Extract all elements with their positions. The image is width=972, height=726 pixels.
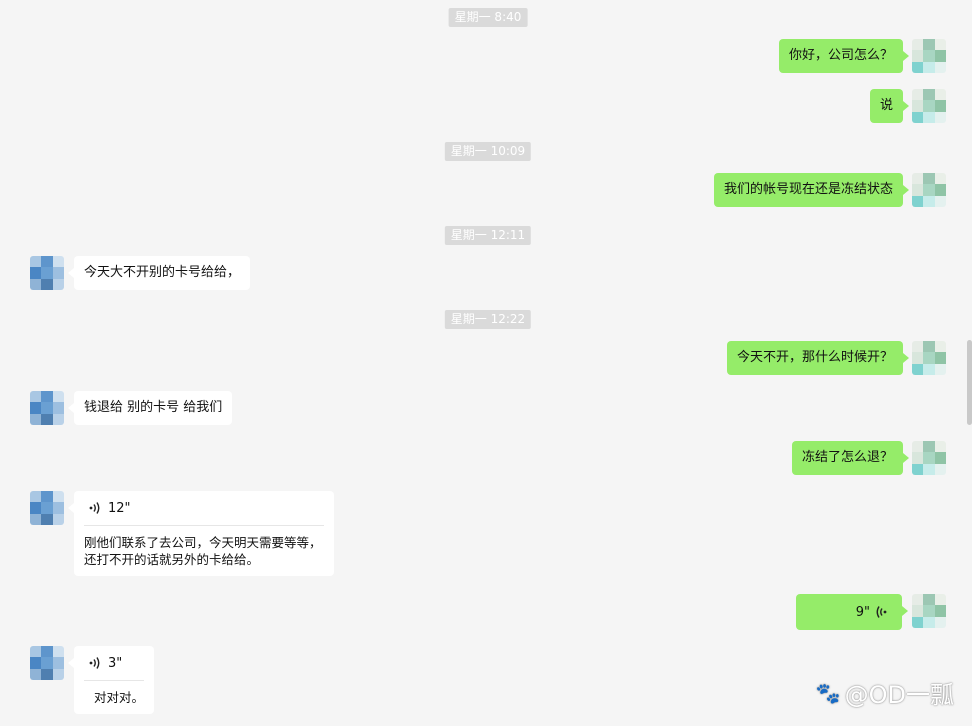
voice-transcript: 对对对。	[94, 690, 145, 705]
chat-panel[interactable]: 星期一 8:40 你好，公司怎么？ 说 星期一 10:09 我们的帐号现在还是冻…	[0, 0, 972, 726]
timestamp: 星期一 8:40	[448, 8, 528, 27]
contact-avatar[interactable]	[30, 391, 64, 425]
voice-wave-icon	[876, 605, 888, 619]
my-avatar[interactable]	[912, 594, 946, 628]
voice-duration: 3"	[108, 655, 123, 671]
paw-icon: 🐾	[815, 680, 841, 705]
message-bubble-sent[interactable]: 冻结了怎么退？	[791, 441, 910, 475]
message-bubble-sent[interactable]: 我们的帐号现在还是冻结状态	[713, 173, 910, 207]
my-avatar[interactable]	[912, 341, 946, 375]
voice-transcript: 刚他们联系了去公司，今天明天需要等等，还打不开的话就另外的卡给给。	[84, 535, 322, 567]
timestamp: 星期一 12:11	[444, 226, 532, 245]
message-bubble-sent[interactable]: 今天不开，那什么时候开？	[726, 341, 910, 375]
message-bubble-received[interactable]: 钱退给 别的卡号 给我们	[67, 391, 233, 425]
watermark: 🐾 @OD一瓢	[816, 675, 954, 710]
my-avatar[interactable]	[912, 441, 946, 475]
my-avatar[interactable]	[912, 89, 946, 123]
my-avatar[interactable]	[912, 39, 946, 73]
contact-avatar[interactable]	[30, 256, 64, 290]
voice-wave-icon	[88, 656, 100, 670]
timestamp: 星期一 10:09	[444, 142, 532, 161]
message-bubble-sent[interactable]: 说	[869, 89, 910, 123]
message-bubble-sent[interactable]: 你好，公司怎么？	[778, 39, 910, 73]
voice-message-received[interactable]: 3" 对对对。	[68, 646, 154, 714]
voice-duration: 9"	[855, 604, 870, 620]
voice-message-received[interactable]: 12" 刚他们联系了去公司，今天明天需要等等，还打不开的话就另外的卡给给。	[68, 491, 334, 576]
timestamp: 星期一 12:22	[444, 310, 532, 329]
contact-avatar[interactable]	[30, 646, 64, 680]
scrollbar-thumb[interactable]	[967, 340, 972, 425]
watermark-text: @OD一瓢	[844, 681, 954, 709]
voice-message-sent[interactable]: 9"	[796, 594, 908, 630]
message-bubble-received[interactable]: 今天大不开别的卡号给给，	[67, 256, 251, 290]
voice-duration: 12"	[108, 500, 131, 516]
contact-avatar[interactable]	[30, 491, 64, 525]
voice-wave-icon	[88, 501, 100, 515]
my-avatar[interactable]	[912, 173, 946, 207]
